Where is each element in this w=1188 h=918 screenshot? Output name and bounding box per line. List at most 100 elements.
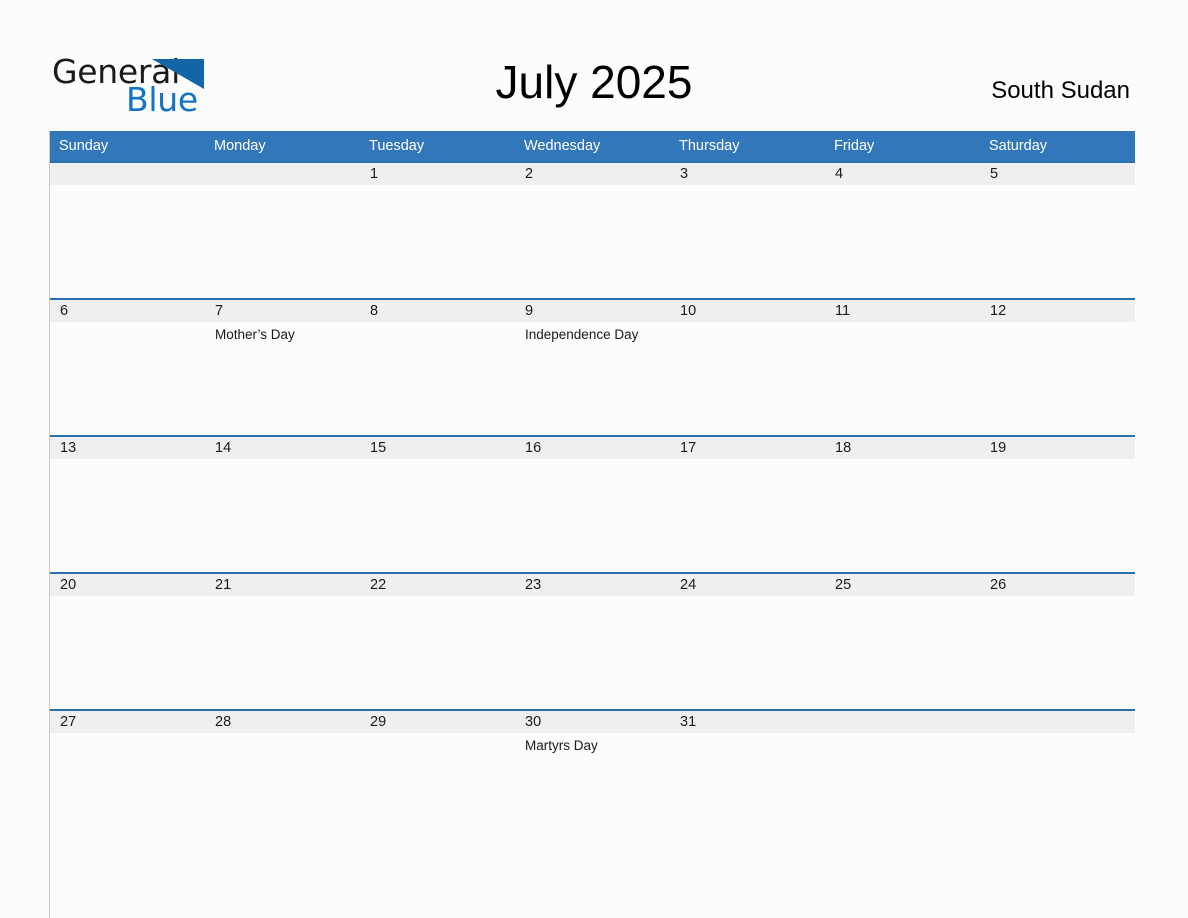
weekday-tuesday: Tuesday bbox=[369, 138, 425, 154]
day-cell[interactable] bbox=[980, 733, 1135, 918]
day-number[interactable] bbox=[980, 711, 1135, 733]
week-daynumber-band: 13 14 15 16 17 18 19 bbox=[50, 437, 1135, 459]
weekday-thursday: Thursday bbox=[679, 138, 740, 154]
day-cell[interactable] bbox=[205, 596, 360, 709]
day-cell[interactable] bbox=[980, 185, 1135, 298]
day-number[interactable]: 22 bbox=[360, 574, 515, 596]
day-number[interactable]: 7 bbox=[205, 300, 360, 322]
day-number[interactable]: 15 bbox=[360, 437, 515, 459]
day-cell[interactable] bbox=[825, 596, 980, 709]
day-cell[interactable] bbox=[825, 733, 980, 918]
day-cell[interactable]: Independence Day bbox=[515, 322, 670, 435]
week-daynumber-band: 20 21 22 23 24 25 26 bbox=[50, 574, 1135, 596]
day-cell[interactable] bbox=[360, 596, 515, 709]
day-number[interactable]: 21 bbox=[205, 574, 360, 596]
day-cell[interactable] bbox=[515, 596, 670, 709]
day-cell[interactable] bbox=[980, 596, 1135, 709]
day-cell[interactable] bbox=[205, 185, 360, 298]
calendar-page: General Blue July 2025 South Sudan Sunda… bbox=[0, 0, 1188, 918]
day-number[interactable]: 8 bbox=[360, 300, 515, 322]
day-number[interactable]: 30 bbox=[515, 711, 670, 733]
day-cell[interactable] bbox=[515, 185, 670, 298]
day-cell[interactable] bbox=[980, 322, 1135, 435]
day-cell[interactable] bbox=[825, 185, 980, 298]
day-number[interactable]: 16 bbox=[515, 437, 670, 459]
weekday-wednesday: Wednesday bbox=[524, 138, 601, 154]
day-number[interactable]: 28 bbox=[205, 711, 360, 733]
day-cell[interactable] bbox=[50, 596, 205, 709]
day-cell[interactable] bbox=[50, 322, 205, 435]
day-event: Mother’s Day bbox=[215, 327, 295, 342]
day-number[interactable]: 4 bbox=[825, 163, 980, 185]
day-number[interactable]: 14 bbox=[205, 437, 360, 459]
weekday-monday: Monday bbox=[214, 138, 266, 154]
day-cell[interactable] bbox=[205, 459, 360, 572]
week-event-band: Mother’s Day Independence Day bbox=[50, 322, 1135, 435]
weekday-sunday: Sunday bbox=[59, 138, 109, 154]
week-event-band bbox=[50, 596, 1135, 709]
day-cell[interactable] bbox=[670, 733, 825, 918]
day-number[interactable]: 25 bbox=[825, 574, 980, 596]
calendar-week-row: 13 14 15 16 17 18 19 bbox=[50, 435, 1135, 572]
week-daynumber-band: 6 7 8 9 10 11 12 bbox=[50, 300, 1135, 322]
week-event-band bbox=[50, 185, 1135, 298]
day-number[interactable]: 5 bbox=[980, 163, 1135, 185]
day-number[interactable]: 29 bbox=[360, 711, 515, 733]
weekday-friday: Friday bbox=[834, 138, 875, 154]
day-cell[interactable] bbox=[515, 459, 670, 572]
day-cell[interactable] bbox=[50, 185, 205, 298]
day-cell[interactable] bbox=[670, 322, 825, 435]
calendar-grid: Sunday Monday Tuesday Wednesday Thursday… bbox=[49, 131, 1136, 918]
day-number[interactable]: 19 bbox=[980, 437, 1135, 459]
day-cell[interactable] bbox=[360, 459, 515, 572]
week-daynumber-band: 27 28 29 30 31 bbox=[50, 711, 1135, 733]
page-header: General Blue July 2025 South Sudan bbox=[0, 0, 1188, 131]
day-number[interactable]: 31 bbox=[670, 711, 825, 733]
day-number[interactable]: 2 bbox=[515, 163, 670, 185]
day-number[interactable] bbox=[205, 163, 360, 185]
day-number[interactable] bbox=[825, 711, 980, 733]
day-event: Independence Day bbox=[525, 327, 639, 342]
day-number[interactable]: 3 bbox=[670, 163, 825, 185]
day-cell[interactable]: Mother’s Day bbox=[205, 322, 360, 435]
day-cell[interactable] bbox=[50, 459, 205, 572]
day-cell[interactable] bbox=[360, 322, 515, 435]
day-number[interactable]: 23 bbox=[515, 574, 670, 596]
day-number[interactable]: 13 bbox=[50, 437, 205, 459]
day-number[interactable]: 11 bbox=[825, 300, 980, 322]
day-number[interactable]: 18 bbox=[825, 437, 980, 459]
day-cell[interactable] bbox=[205, 733, 360, 918]
day-cell[interactable] bbox=[670, 185, 825, 298]
day-cell[interactable]: Martyrs Day bbox=[515, 733, 670, 918]
weekday-header-row: Sunday Monday Tuesday Wednesday Thursday… bbox=[50, 131, 1135, 161]
day-cell[interactable] bbox=[50, 733, 205, 918]
day-number[interactable]: 10 bbox=[670, 300, 825, 322]
day-cell[interactable] bbox=[670, 596, 825, 709]
day-number[interactable]: 20 bbox=[50, 574, 205, 596]
day-number[interactable]: 6 bbox=[50, 300, 205, 322]
day-number[interactable]: 17 bbox=[670, 437, 825, 459]
day-number[interactable]: 1 bbox=[360, 163, 515, 185]
calendar-week-row: 6 7 8 9 10 11 12 Mother’s Day Independen… bbox=[50, 298, 1135, 435]
weekday-saturday: Saturday bbox=[989, 138, 1048, 154]
day-number[interactable] bbox=[50, 163, 205, 185]
day-cell[interactable] bbox=[825, 322, 980, 435]
day-number[interactable]: 26 bbox=[980, 574, 1135, 596]
day-cell[interactable] bbox=[980, 459, 1135, 572]
day-number[interactable]: 27 bbox=[50, 711, 205, 733]
day-number[interactable]: 12 bbox=[980, 300, 1135, 322]
week-event-band bbox=[50, 459, 1135, 572]
day-event: Martyrs Day bbox=[525, 738, 598, 753]
week-daynumber-band: 1 2 3 4 5 bbox=[50, 163, 1135, 185]
calendar-week-row: 20 21 22 23 24 25 26 bbox=[50, 572, 1135, 709]
day-cell[interactable] bbox=[825, 459, 980, 572]
day-cell[interactable] bbox=[360, 733, 515, 918]
day-cell[interactable] bbox=[670, 459, 825, 572]
country-label: South Sudan bbox=[991, 77, 1130, 104]
week-event-band: Martyrs Day bbox=[50, 733, 1135, 918]
calendar-week-row: 1 2 3 4 5 bbox=[50, 161, 1135, 298]
calendar-week-row: 27 28 29 30 31 Martyrs Day bbox=[50, 709, 1135, 918]
day-number[interactable]: 24 bbox=[670, 574, 825, 596]
day-cell[interactable] bbox=[360, 185, 515, 298]
day-number[interactable]: 9 bbox=[515, 300, 670, 322]
